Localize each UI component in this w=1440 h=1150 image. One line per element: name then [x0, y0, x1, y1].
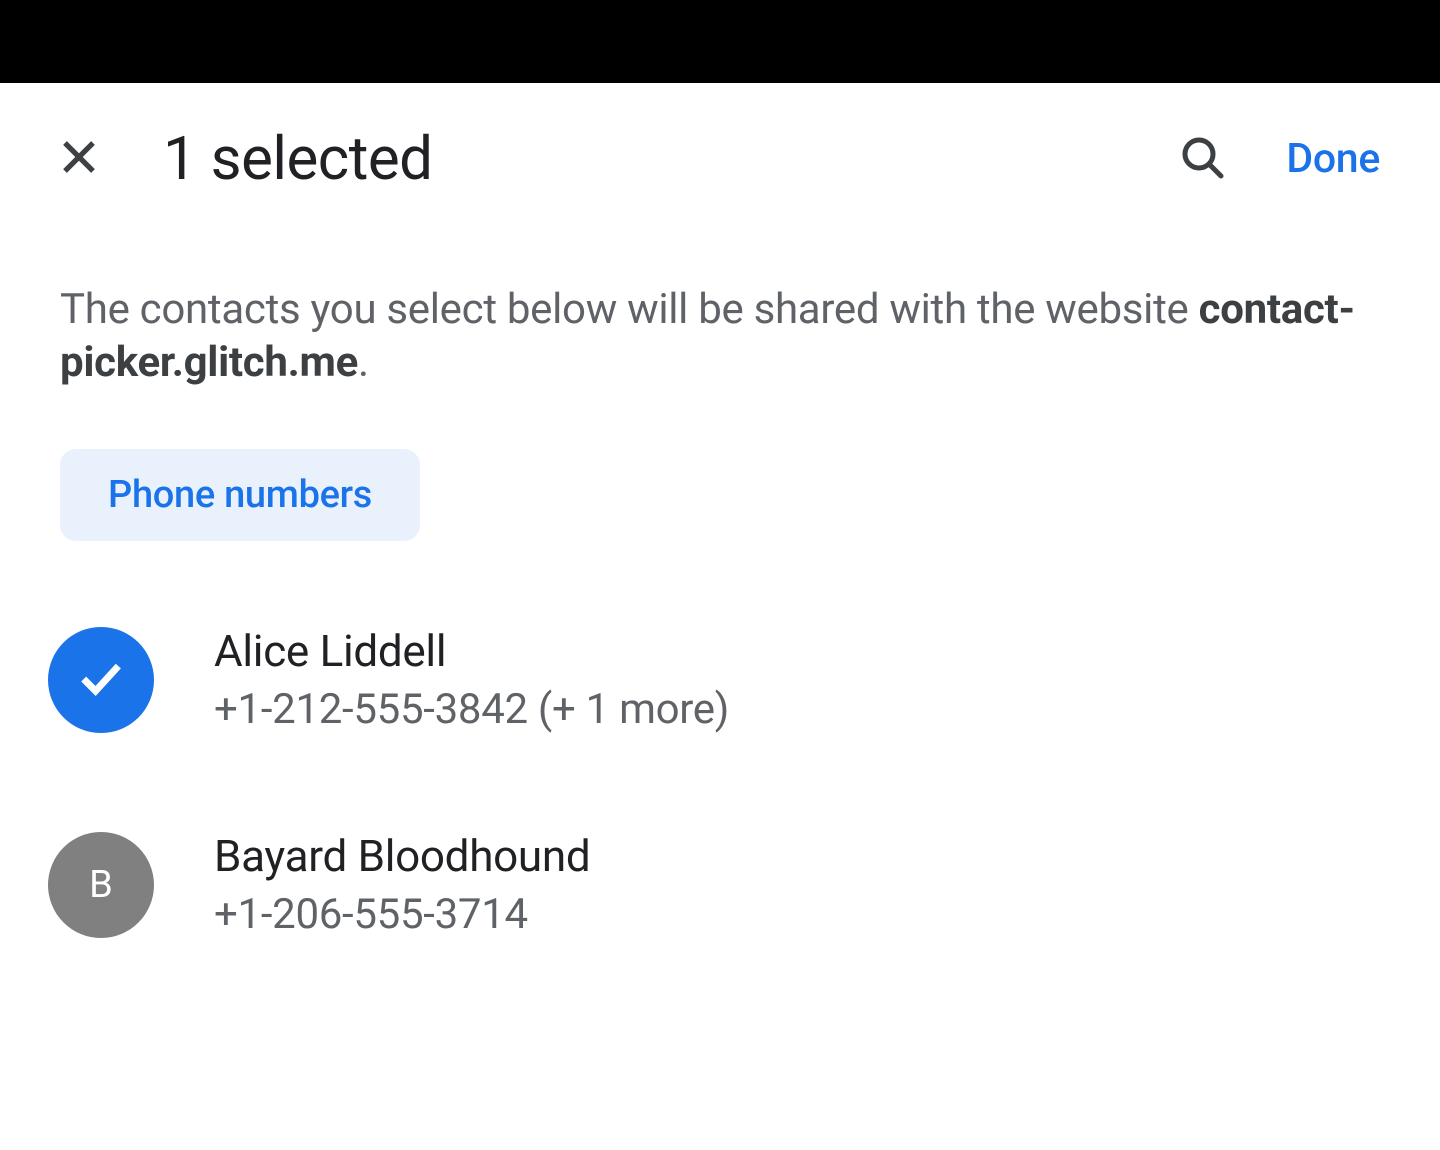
search-button[interactable] — [1178, 133, 1226, 185]
header-actions: Done — [1178, 133, 1380, 185]
contact-phone: +1-212-555-3842 (+ 1 more) — [214, 685, 729, 734]
sharing-description: The contacts you select below will be sh… — [0, 234, 1440, 389]
status-bar — [0, 0, 1440, 83]
description-suffix: . — [358, 338, 369, 387]
contact-row[interactable]: B Bayard Bloodhound +1-206-555-3714 — [48, 806, 1380, 963]
selection-count-title: 1 selected — [163, 123, 1118, 194]
description-prefix: The contacts you select below will be sh… — [60, 285, 1199, 334]
done-button[interactable]: Done — [1286, 135, 1380, 183]
contacts-list: Alice Liddell +1-212-555-3842 (+ 1 more)… — [0, 541, 1440, 963]
checkmark-icon — [75, 652, 127, 708]
picker-header: 1 selected Done — [0, 83, 1440, 234]
contact-text: Bayard Bloodhound +1-206-555-3714 — [214, 830, 590, 939]
contact-avatar-selected — [48, 627, 154, 733]
contact-text: Alice Liddell +1-212-555-3842 (+ 1 more) — [214, 625, 729, 734]
chip-phone-numbers[interactable]: Phone numbers — [60, 449, 420, 541]
search-icon — [1178, 133, 1226, 185]
contact-name: Bayard Bloodhound — [214, 830, 590, 882]
close-button[interactable] — [55, 133, 103, 185]
chip-row: Phone numbers — [0, 389, 1440, 541]
contact-phone: +1-206-555-3714 — [214, 890, 590, 939]
contact-name: Alice Liddell — [214, 625, 729, 677]
contact-row[interactable]: Alice Liddell +1-212-555-3842 (+ 1 more) — [48, 601, 1380, 758]
close-icon — [55, 133, 103, 185]
contact-avatar-initial: B — [48, 832, 154, 938]
